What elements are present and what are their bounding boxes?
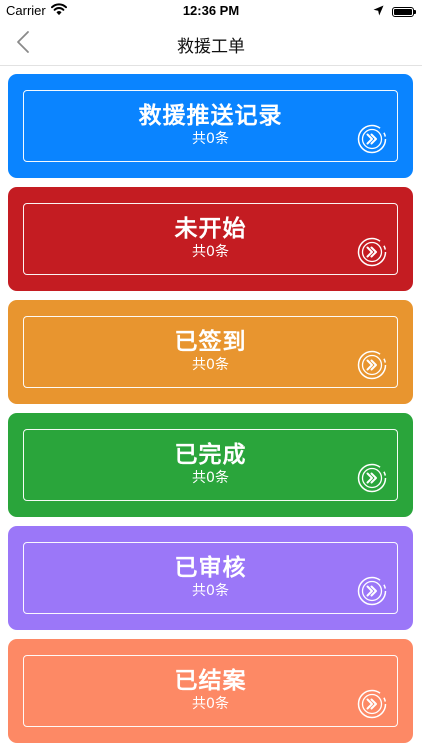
status-card[interactable]: 救援推送记录共0条 [8, 74, 413, 178]
card-title: 已结案 [174, 668, 247, 694]
card-border: 已完成共0条 [23, 429, 398, 501]
status-card[interactable]: 已完成共0条 [8, 413, 413, 517]
page-title: 救援工单 [177, 37, 245, 57]
status-time: 12:36 PM [182, 3, 240, 18]
status-card[interactable]: 未开始共0条 [8, 187, 413, 291]
card-list: 救援推送记录 共0条 未开始 共0条 已签到 共0条 已完成 共0条 已审核 共0条 已结案 共0条 [8, 74, 413, 752]
card-border: 救援推送记录共0条 [23, 90, 398, 162]
card-count: 共0条 [192, 583, 229, 599]
card-title: 已签到 [174, 329, 247, 355]
card-border: 未开始共0条 [23, 203, 398, 275]
battery-icon [392, 6, 416, 17]
card-border: 已结案共0条 [23, 655, 398, 727]
card-title: 已审核 [174, 555, 247, 581]
status-right [373, 4, 416, 19]
status-card[interactable]: 已结案共0条 [8, 639, 413, 743]
card-count: 共0条 [192, 357, 229, 373]
card-title: 未开始 [174, 216, 247, 242]
double-chevron-right-icon [357, 350, 387, 380]
card-count: 共0条 [192, 244, 229, 260]
double-chevron-right-icon [357, 124, 387, 154]
battery-level [394, 8, 412, 15]
card-count: 共0条 [192, 696, 229, 712]
status-card[interactable]: 已签到共0条 [8, 300, 413, 404]
card-count: 共0条 [192, 470, 229, 486]
double-chevron-right-icon [357, 463, 387, 493]
double-chevron-right-icon [357, 576, 387, 606]
card-border: 已签到共0条 [23, 316, 398, 388]
card-title: 已完成 [174, 442, 247, 468]
card-title: 救援推送记录 [138, 103, 283, 129]
card-border: 已审核共0条 [23, 542, 398, 614]
card-count: 共0条 [192, 131, 229, 147]
location-arrow-icon [373, 4, 384, 19]
double-chevron-right-icon [357, 689, 387, 719]
navigation-bar: 救援工单 [0, 22, 422, 66]
status-bar: Carrier 12:36 PM [0, 0, 422, 22]
status-card[interactable]: 已审核共0条 [8, 526, 413, 630]
double-chevron-right-icon [357, 237, 387, 267]
